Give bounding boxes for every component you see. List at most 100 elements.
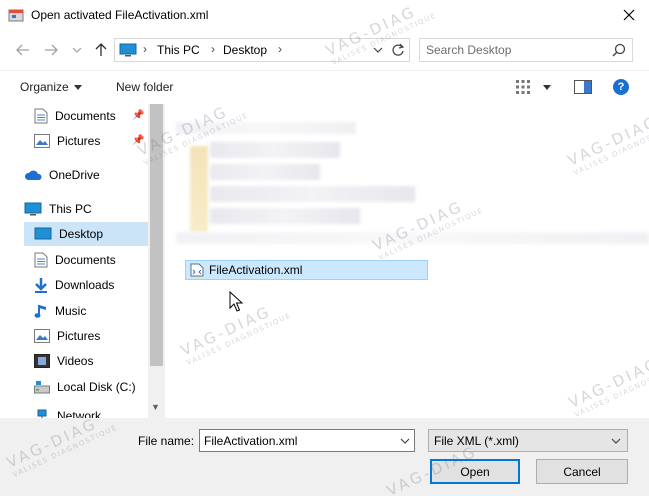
pictures-icon xyxy=(34,134,50,148)
cancel-button[interactable]: Cancel xyxy=(536,459,628,484)
drive-icon xyxy=(34,381,50,394)
blurred-item xyxy=(176,232,649,244)
documents-icon xyxy=(34,252,48,268)
change-view-button[interactable] xyxy=(515,79,551,95)
close-icon xyxy=(623,9,635,21)
navigation-pane: Documents 📌 Pictures 📌 OneDrive This PC … xyxy=(0,104,148,418)
back-arrow-icon xyxy=(16,44,29,56)
back-button[interactable] xyxy=(12,40,34,60)
window-title: Open activated FileActivation.xml xyxy=(31,8,209,22)
blurred-item xyxy=(176,122,356,134)
documents-icon xyxy=(34,108,48,124)
pictures-icon xyxy=(34,329,50,343)
desktop-icon xyxy=(34,227,52,240)
open-button-label: Open xyxy=(460,464,490,479)
organize-button[interactable]: Organize xyxy=(20,80,82,94)
breadcrumb-separator: › xyxy=(278,42,282,56)
nav-pane-scrollbar[interactable]: ▼ xyxy=(148,104,165,418)
help-button[interactable]: ? xyxy=(613,79,629,95)
nav-item-videos[interactable]: Videos xyxy=(34,349,148,373)
breadcrumb-separator: › xyxy=(143,42,147,56)
this-pc-icon xyxy=(24,202,42,216)
nav-item-desktop[interactable]: Desktop xyxy=(24,222,148,246)
nav-item-label: Videos xyxy=(57,354,94,368)
view-grid-icon xyxy=(516,80,530,94)
preview-pane-icon[interactable] xyxy=(574,80,592,94)
scrollbar-thumb[interactable] xyxy=(150,104,163,366)
address-dropdown-icon[interactable] xyxy=(373,44,383,56)
close-button[interactable] xyxy=(612,2,646,28)
file-item-selected[interactable]: FileActivation.xml xyxy=(185,260,428,280)
blurred-folder-icon xyxy=(190,146,208,232)
file-type-value: File XML (*.xml) xyxy=(434,434,519,448)
new-folder-label: New folder xyxy=(116,80,174,94)
nav-item-documents[interactable]: Documents xyxy=(34,248,148,272)
chevron-down-icon xyxy=(543,84,551,90)
nav-item-label: Desktop xyxy=(59,227,104,241)
music-icon xyxy=(34,305,46,318)
chevron-down-icon xyxy=(611,438,621,444)
blurred-item xyxy=(210,164,320,180)
file-name-label: File name: xyxy=(138,434,195,448)
file-type-select[interactable]: File XML (*.xml) xyxy=(428,429,628,452)
command-bar: Organize New folder ? xyxy=(0,70,649,104)
search-input[interactable] xyxy=(426,42,606,58)
mouse-cursor-icon xyxy=(229,291,243,312)
nav-item-pictures-quick[interactable]: Pictures xyxy=(34,129,148,153)
dialog-footer: File name: File XML (*.xml) Open Cancel xyxy=(0,418,649,496)
nav-item-label: Pictures xyxy=(57,329,101,343)
xml-file-icon xyxy=(190,263,204,277)
recent-locations-button[interactable] xyxy=(66,40,88,60)
address-bar[interactable]: › This PC › Desktop › xyxy=(114,38,410,62)
nav-item-label: This PC xyxy=(49,202,92,216)
nav-item-label: Network xyxy=(57,409,102,418)
file-name: FileActivation.xml xyxy=(209,263,303,277)
blurred-item xyxy=(210,142,340,158)
file-list[interactable]: FileActivation.xml xyxy=(166,104,649,418)
file-name-combobox[interactable] xyxy=(199,429,415,452)
breadcrumb-desktop[interactable]: Desktop xyxy=(223,43,267,57)
breadcrumb-this-pc[interactable]: This PC xyxy=(157,43,200,57)
nav-item-label: OneDrive xyxy=(49,168,100,182)
scroll-down-icon[interactable]: ▼ xyxy=(151,402,160,412)
app-icon xyxy=(8,9,24,22)
refresh-icon[interactable] xyxy=(391,43,405,57)
chevron-down-icon[interactable] xyxy=(400,436,410,446)
network-icon xyxy=(37,409,47,418)
nav-item-local-disk[interactable]: Local Disk (C:) xyxy=(34,375,148,399)
nav-item-label: Pictures xyxy=(57,134,101,148)
nav-item-this-pc[interactable]: This PC xyxy=(24,197,148,221)
nav-item-label: Music xyxy=(55,304,87,318)
blurred-item xyxy=(210,208,360,224)
forward-button[interactable] xyxy=(40,40,62,60)
nav-item-label: Downloads xyxy=(55,278,115,292)
this-pc-icon xyxy=(119,43,137,57)
up-arrow-icon xyxy=(95,43,107,56)
nav-item-pictures[interactable]: Pictures xyxy=(34,324,148,348)
chevron-down-icon xyxy=(73,84,82,90)
help-icon: ? xyxy=(617,81,625,93)
search-box[interactable] xyxy=(419,38,633,62)
pin-icon: 📌 xyxy=(132,110,145,121)
search-icon[interactable] xyxy=(612,43,626,57)
cloud-icon xyxy=(24,170,42,180)
chevron-down-icon xyxy=(72,47,82,53)
nav-item-music[interactable]: Music xyxy=(34,299,148,323)
blurred-item xyxy=(210,186,415,202)
organize-label: Organize xyxy=(20,80,69,94)
up-button[interactable] xyxy=(90,40,112,60)
nav-item-documents-quick[interactable]: Documents xyxy=(34,104,148,128)
forward-arrow-icon xyxy=(45,44,58,56)
breadcrumb-separator: › xyxy=(211,42,215,56)
nav-item-network[interactable]: Network xyxy=(34,404,148,418)
file-name-input[interactable] xyxy=(204,433,384,449)
nav-item-onedrive[interactable]: OneDrive xyxy=(24,163,148,187)
cancel-button-label: Cancel xyxy=(563,464,601,479)
videos-icon xyxy=(34,354,50,368)
nav-item-downloads[interactable]: Downloads xyxy=(34,273,148,297)
nav-item-label: Documents xyxy=(55,253,116,267)
nav-item-label: Documents xyxy=(55,109,116,123)
open-button[interactable]: Open xyxy=(430,459,520,484)
new-folder-button[interactable]: New folder xyxy=(116,80,173,94)
nav-item-label: Local Disk (C:) xyxy=(57,380,136,394)
